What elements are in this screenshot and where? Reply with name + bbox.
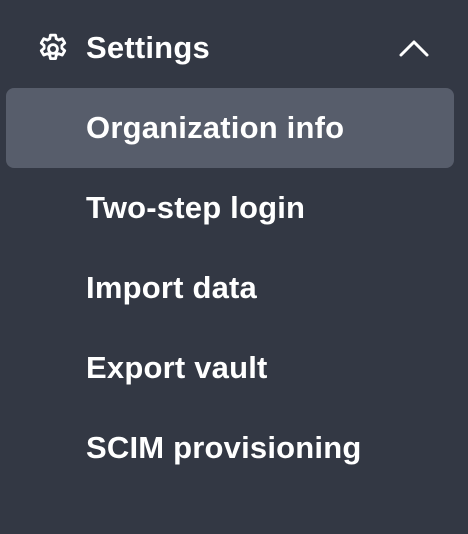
chevron-up-icon[interactable] [397, 36, 431, 60]
sidebar-item-label: Import data [86, 270, 257, 305]
gear-icon [39, 33, 67, 61]
sidebar-item-export-vault[interactable]: Export vault [6, 328, 454, 408]
settings-nav-group: Settings Organization info Two-step logi… [0, 0, 468, 534]
sidebar-item-organization-info[interactable]: Organization info [6, 88, 454, 168]
sidebar-item-import-data[interactable]: Import data [6, 248, 454, 328]
settings-group-label: Settings [86, 30, 210, 65]
sidebar-item-label: Two-step login [86, 190, 306, 225]
settings-group-toggle[interactable]: Settings [0, 8, 468, 88]
sidebar-item-label: Organization info [86, 110, 345, 145]
sidebar-item-label: Export vault [86, 350, 268, 385]
sidebar-item-two-step-login[interactable]: Two-step login [6, 168, 454, 248]
sidebar-item-label: SCIM provisioning [86, 430, 362, 465]
sidebar-item-scim-provisioning[interactable]: SCIM provisioning [6, 408, 454, 488]
